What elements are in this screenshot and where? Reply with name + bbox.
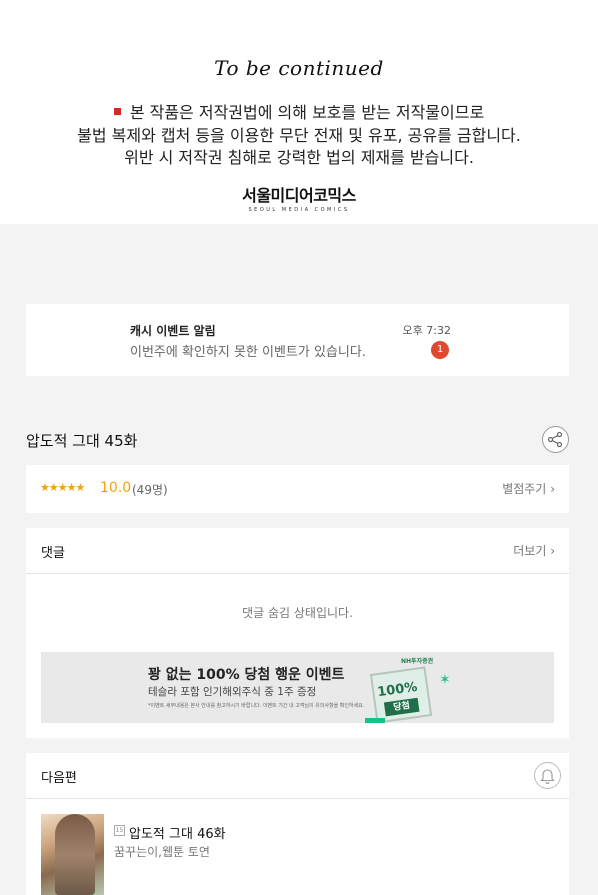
comments-label: 댓글 <box>41 546 65 561</box>
episode-thumbnail[interactable] <box>41 814 104 895</box>
comments-more-button[interactable]: 더보기 › <box>513 542 555 559</box>
ad-banner[interactable]: 꽝 없는 100% 당첨 행운 이벤트 테슬라 포함 인기해외주식 중 1주 증… <box>41 652 554 723</box>
age-rating-icon: 15 <box>114 825 125 836</box>
copyright-notice: To be continued 본 작품은 저작권법에 의해 보호를 받는 저작… <box>0 0 598 224</box>
chevron-right-icon: › <box>550 544 555 558</box>
sparkle-icon: ✶ <box>439 672 451 688</box>
next-episode-header: 다음편 <box>26 753 569 799</box>
red-square-icon <box>113 108 121 115</box>
warning-line: 불법 복제와 캡처 등을 이용한 무단 전재 및 유포, 공유를 금합니다. <box>77 125 521 145</box>
alert-title: 캐시 이벤트 알림 <box>130 324 216 338</box>
green-bar <box>365 718 385 723</box>
ad-headline: 꽝 없는 100% 당첨 행운 이벤트 <box>148 667 345 683</box>
copyright-warning: 본 작품은 저작권법에 의해 보호를 받는 저작물이므로 불법 복제와 캡처 등… <box>0 102 598 170</box>
alert-message: 이번주에 확인하지 못한 이벤트가 있습니다. <box>130 345 366 360</box>
winning-card-icon: 100% 당첨 <box>369 666 433 723</box>
publisher-name: 서울미디어코믹스 <box>242 186 356 205</box>
ad-fine-print: *이벤트 세부내용은 본사 안내를 참고하시기 바랍니다. 이벤트 기간 내 고… <box>148 703 365 709</box>
notification-bell-button[interactable] <box>534 762 561 789</box>
rating-score: 10.0 <box>100 480 132 496</box>
publisher-logo: 서울미디어코믹스 SEOUL MEDIA COMICS <box>0 182 598 213</box>
to-be-continued-text: To be continued <box>214 56 384 80</box>
next-episode-label: 다음편 <box>41 771 77 786</box>
rating-count: (49명) <box>132 483 168 497</box>
share-button[interactable] <box>542 426 569 453</box>
publisher-subtitle: SEOUL MEDIA COMICS <box>248 207 350 213</box>
comments-section: 댓글 더보기 › 댓글 숨김 상태입니다. 꽝 없는 100% 당첨 행운 이벤… <box>26 528 569 738</box>
give-rating-button[interactable]: 별점주기 › <box>502 480 555 497</box>
rating-bar: ★★★★★ 10.0 (49명) 별점주기 › <box>26 465 569 513</box>
cash-event-alert[interactable]: 캐시 이벤트 알림 이번주에 확인하지 못한 이벤트가 있습니다. 오후 7:3… <box>26 304 569 376</box>
episode-title: 압도적 그대 45화 <box>26 432 138 450</box>
next-episode-section: 다음편 15 압도적 그대 46화 꿈꾸는이,웹툰 토연 <box>26 753 569 895</box>
chevron-right-icon: › <box>550 482 555 496</box>
warning-line: 본 작품은 저작권법에 의해 보호를 받는 저작물이므로 <box>0 102 598 125</box>
notification-badge: 1 <box>431 341 449 359</box>
ad-brand: NH투자증권 <box>401 658 434 665</box>
warning-line: 위반 시 저작권 침해로 강력한 법의 제재를 받습니다. <box>124 148 474 167</box>
comments-header: 댓글 더보기 › <box>26 528 569 574</box>
share-icon <box>547 431 563 448</box>
next-episode-author: 꿈꾸는이,웹툰 토연 <box>114 845 210 859</box>
alert-time: 오후 7:32 <box>402 324 451 337</box>
bell-icon <box>540 769 555 784</box>
ad-subtext: 테슬라 포함 인기해외주식 중 1주 증정 <box>148 686 317 698</box>
rating-stars-icon: ★★★★★ <box>40 481 85 494</box>
comments-hidden-message: 댓글 숨김 상태입니다. <box>242 606 353 620</box>
next-episode-title[interactable]: 압도적 그대 46화 <box>129 823 226 842</box>
